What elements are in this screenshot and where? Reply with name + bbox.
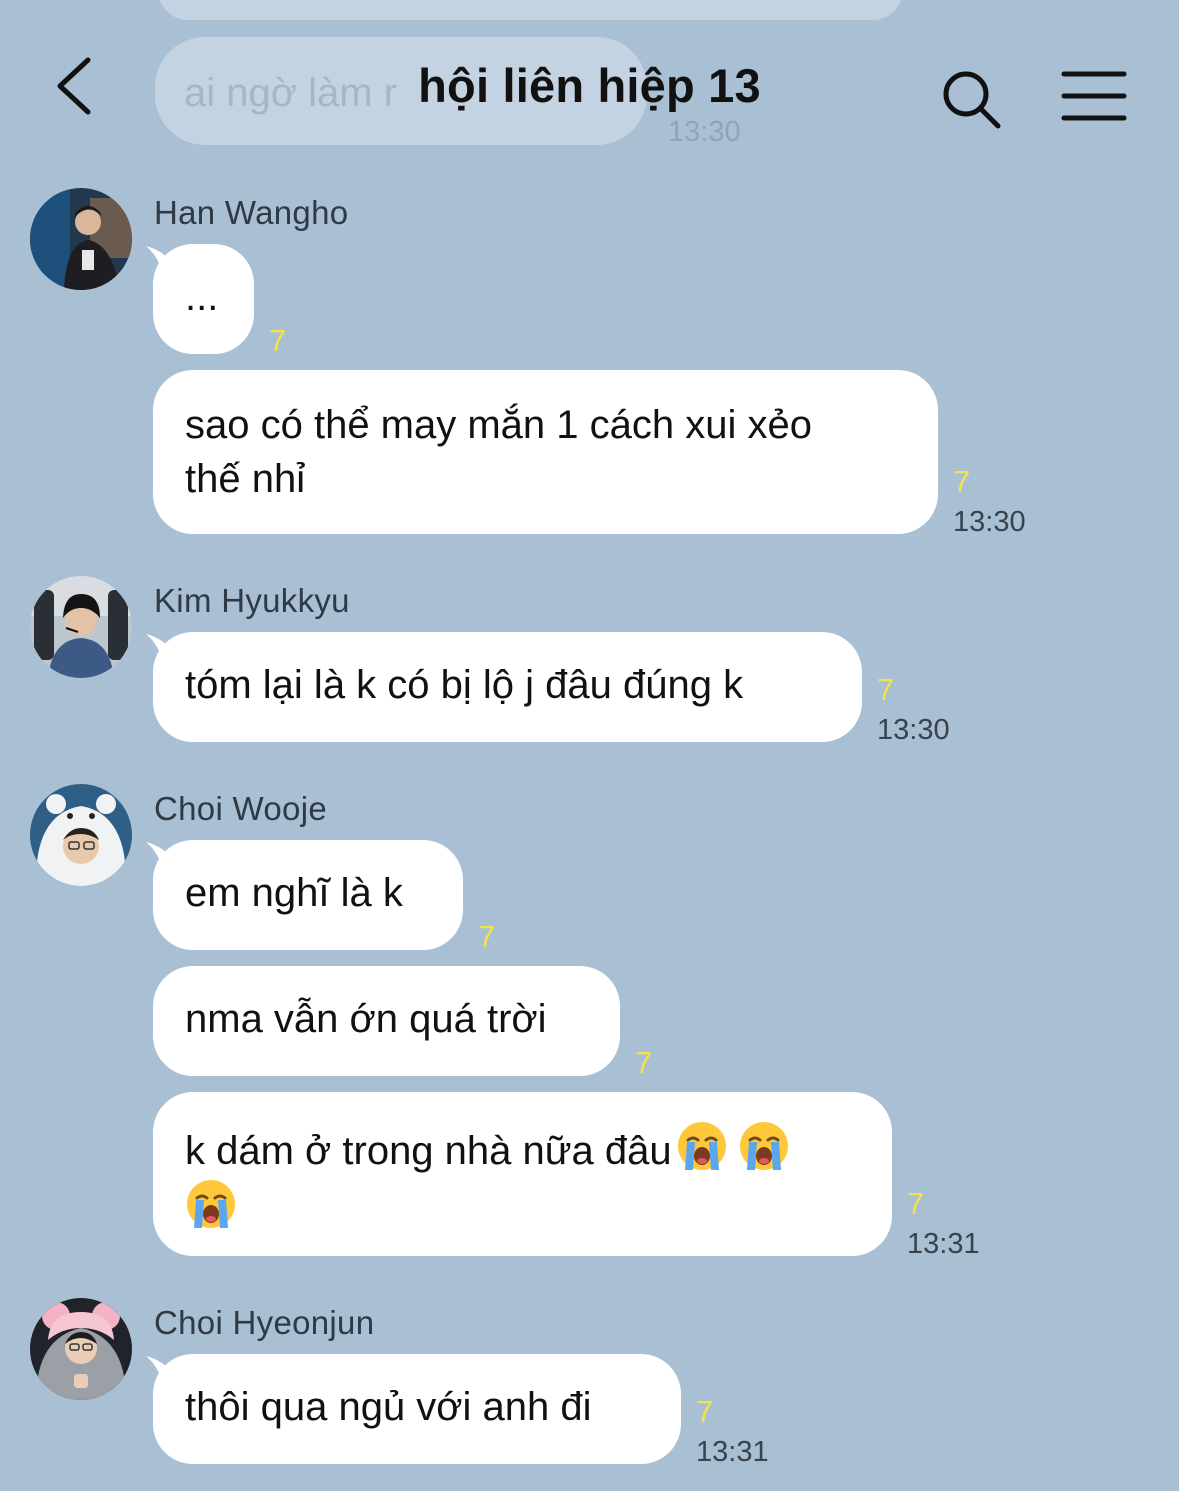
message-bubble[interactable]: thôi qua ngủ với anh đi — [153, 1354, 681, 1464]
message-text: nma vẫn ớn quá trời — [185, 997, 547, 1041]
message-text: thôi qua ngủ với anh đi — [185, 1385, 592, 1429]
message-bubble[interactable]: tóm lại là k có bị lộ j đâu đúng k — [153, 632, 862, 742]
message-text: em nghĩ là k — [185, 871, 403, 915]
sender-name: Han Wangho — [154, 194, 349, 231]
loudly-crying-face-icon — [677, 1122, 726, 1170]
menu-button[interactable] — [1060, 70, 1128, 122]
message-bubble[interactable]: em nghĩ là k — [153, 840, 463, 950]
message-bubble[interactable]: sao có thể may mắn 1 cách xui xẻo thế nh… — [153, 370, 938, 534]
message-time: 13:31 — [696, 1436, 769, 1468]
chat-header: hội liên hiệp 13 — [0, 0, 1179, 170]
message-text-line: k dám ở trong nhà nữa đâu — [185, 1120, 862, 1178]
hamburger-menu-icon — [1061, 71, 1127, 121]
sender-name: Choi Wooje — [154, 790, 327, 827]
message-text: tóm lại là k có bị lộ j đâu đúng k — [185, 663, 744, 707]
read-count: 7 — [877, 672, 895, 707]
read-count: 7 — [635, 1045, 653, 1080]
search-button[interactable] — [938, 66, 1004, 132]
message-time: 13:30 — [877, 714, 950, 746]
avatar-han-wangho[interactable] — [30, 188, 132, 290]
sender-name: Kim Hyukkyu — [154, 582, 350, 619]
message-text-line — [185, 1178, 862, 1236]
loudly-crying-face-icon — [739, 1122, 788, 1170]
read-count: 7 — [696, 1394, 714, 1429]
avatar-choi-wooje[interactable] — [30, 784, 132, 886]
loudly-crying-face-icon — [187, 1180, 235, 1228]
read-count: 7 — [953, 464, 971, 499]
sender-name: Choi Hyeonjun — [154, 1304, 375, 1341]
read-count: 7 — [269, 323, 287, 358]
avatar-kim-hyukkyu[interactable] — [30, 576, 132, 678]
message-text: ... — [185, 275, 219, 319]
read-count: 7 — [907, 1186, 925, 1221]
message-bubble[interactable]: ... — [153, 244, 254, 354]
read-count: 7 — [478, 919, 496, 954]
message-text-line: thế nhỉ — [185, 457, 306, 501]
avatar-choi-hyeonjun[interactable] — [30, 1298, 132, 1400]
search-icon — [943, 71, 1001, 129]
message-bubble[interactable]: k dám ở trong nhà nữa đâu — [153, 1092, 892, 1256]
message-time: 13:31 — [907, 1228, 980, 1260]
message-bubble[interactable]: nma vẫn ớn quá trời — [153, 966, 620, 1076]
message-time: 13:30 — [953, 506, 1026, 538]
message-text-line: sao có thể may mắn 1 cách xui xẻo — [185, 403, 812, 447]
